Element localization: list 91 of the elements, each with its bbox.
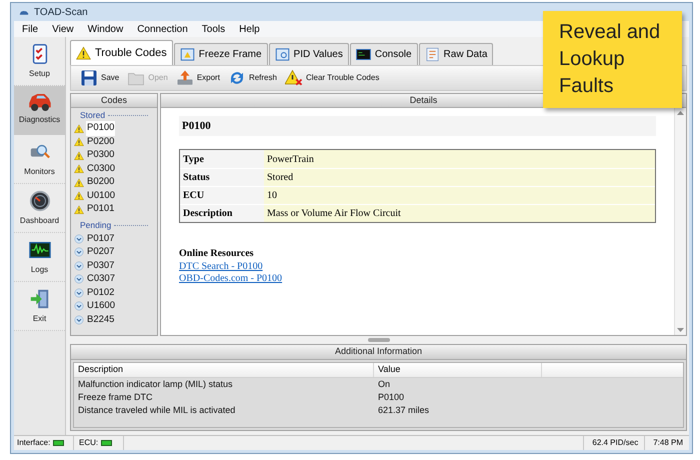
code-item[interactable]: P0307 [86, 258, 116, 273]
panel-header: Additional Information [71, 345, 686, 360]
warning-icon [74, 178, 84, 188]
status-time: 7:48 PM [652, 437, 684, 449]
group-label: Pending [79, 219, 112, 232]
chevron-down-icon [74, 274, 84, 284]
toolbar-button[interactable]: Clear Trouble Codes [282, 67, 382, 89]
table-cell: Status [180, 169, 264, 186]
tab[interactable]: Raw Data [418, 43, 494, 65]
column-header[interactable]: Description [74, 363, 374, 377]
tab[interactable]: Freeze Frame [174, 43, 268, 65]
column-header[interactable]: Value [374, 363, 542, 377]
table-search-icon [274, 47, 290, 62]
warning-cross-icon [284, 69, 303, 87]
splitter-handle[interactable] [368, 338, 390, 342]
code-item[interactable]: B2245 [86, 312, 116, 327]
warning-icon [74, 124, 84, 134]
frame-icon [180, 47, 195, 62]
code-item[interactable]: P0300 [86, 148, 116, 163]
menu-item[interactable]: Connection [137, 22, 188, 36]
menu-item[interactable]: Window [88, 22, 124, 36]
scroll-down-icon[interactable] [677, 328, 684, 332]
chevron-down-icon [74, 247, 84, 258]
sidebar-item[interactable]: Setup [14, 37, 65, 86]
code-item[interactable]: P0100 [86, 121, 116, 136]
sidebar-item[interactable]: Dashboard [14, 184, 65, 233]
tab[interactable]: PID Values [268, 43, 349, 65]
chevron-down-icon [74, 301, 84, 312]
warning-icon [74, 204, 84, 214]
table-cell-text: Mass or Volume Air Flow Circuit [266, 207, 402, 221]
table-cell-text: On [377, 378, 392, 391]
toolbar-button[interactable]: Save [77, 67, 122, 89]
gauge-icon [28, 190, 50, 212]
chevron-down-icon [74, 314, 84, 325]
status-text: 62.4 PID/sec [586, 436, 646, 450]
scroll-up-icon[interactable] [677, 111, 684, 115]
window-title: TOAD-Scan [34, 6, 88, 20]
toolbar-button[interactable]: Refresh [224, 67, 280, 89]
code-item[interactable]: C0307 [86, 272, 116, 286]
code-item[interactable]: U1600 [86, 299, 116, 314]
group-label: Stored [79, 109, 106, 122]
status-label: Interface: [17, 437, 50, 449]
table-cell-text: Freeze frame DTC [77, 391, 154, 404]
menu-item[interactable]: File [22, 22, 38, 36]
scrollbar[interactable] [674, 108, 686, 335]
warning-icon [74, 164, 84, 174]
sidebar-item[interactable]: Exit [14, 282, 65, 331]
menu-item[interactable]: Tools [202, 22, 226, 36]
warning-icon [74, 191, 84, 201]
toolbar-button[interactable]: Export [172, 67, 223, 89]
code-title: P0100 [179, 116, 656, 136]
console-icon [356, 47, 371, 62]
table-cell-text: Distance traveled while MIL is activated [77, 404, 236, 417]
table-cell-text: P0100 [377, 391, 406, 404]
menu-item[interactable]: Help [239, 22, 260, 36]
table-cell-text: 10 [266, 189, 278, 203]
table-cell: Description [180, 205, 264, 222]
code-item[interactable]: B0200 [86, 175, 116, 190]
export-tray-icon [176, 69, 194, 87]
code-item[interactable]: P0102 [86, 286, 116, 300]
sidebar-item[interactable]: Diagnostics [14, 86, 65, 135]
code-item[interactable]: P0101 [86, 202, 116, 217]
sidebar-item[interactable]: Logs [14, 233, 65, 282]
data-sheet-icon [424, 47, 440, 62]
resource-link[interactable]: DTC Search - P0100 [179, 261, 263, 273]
table-cell-text: Malfunction indicator lamp (MIL) status [77, 378, 234, 391]
sidebar-item[interactable]: Monitors [14, 135, 65, 184]
chevron-down-icon [74, 234, 84, 244]
warning-icon [74, 137, 84, 147]
menu-item[interactable]: View [52, 22, 74, 36]
exit-door-icon [28, 288, 50, 310]
table-cell: Type [180, 150, 264, 168]
code-item[interactable]: P0200 [86, 134, 116, 150]
code-item[interactable]: P0107 [86, 232, 116, 246]
code-item[interactable]: U0100 [86, 188, 116, 204]
warning-icon [74, 150, 84, 160]
code-item[interactable]: C0300 [86, 162, 116, 176]
chevron-down-icon [74, 260, 84, 271]
panel-header: Codes [71, 94, 157, 108]
tab[interactable]: Trouble Codes [70, 40, 173, 65]
section-title: Online Resources [179, 247, 254, 261]
chevron-down-icon [74, 288, 84, 298]
resource-link[interactable]: OBD-Codes.com - P0100 [179, 273, 282, 285]
table-cell-text: PowerTrain [266, 152, 315, 166]
code-item[interactable]: P0207 [86, 245, 116, 260]
warning-icon [76, 46, 91, 60]
tab[interactable]: Console [350, 43, 418, 65]
status-label: ECU: [79, 437, 98, 449]
table-cell-text: Stored [266, 171, 294, 185]
table-cell-text: 621.37 miles [377, 404, 430, 417]
table-cell: ECU [180, 187, 264, 204]
